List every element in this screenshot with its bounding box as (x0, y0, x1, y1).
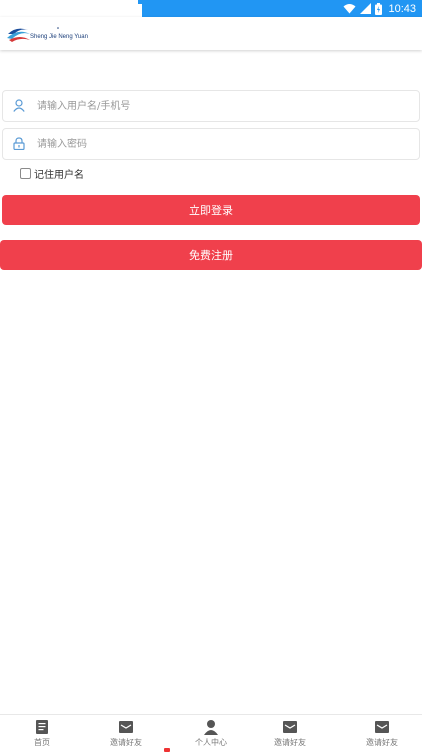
user-icon (13, 99, 25, 112)
status-bar: 10:43 (0, 0, 422, 17)
envelope-icon (283, 721, 297, 733)
login-button[interactable]: 立即登录 (2, 195, 420, 225)
tab-label: 邀请好友 (366, 738, 398, 747)
tab-label: 邀请好友 (274, 738, 306, 747)
tab-invite-friends-3[interactable]: 邀请好友 (352, 719, 412, 751)
tab-label: 个人中心 (195, 738, 227, 747)
status-bar-notch (0, 0, 142, 17)
bottom-tab-bar: 首页 邀请好友 个人中心 邀请好友 邀请好友 (0, 714, 422, 753)
signal-icon (360, 3, 372, 14)
tab-indicator-mark (164, 748, 170, 752)
password-field[interactable] (2, 128, 420, 160)
tab-label: 邀请好友 (110, 738, 142, 747)
app-header: Sheng Jie Neng Yuan (0, 17, 422, 50)
remember-label: 记住用户名 (34, 169, 84, 181)
register-button[interactable]: 免费注册 (0, 240, 422, 270)
tab-home[interactable]: 首页 (12, 719, 72, 751)
battery-icon (375, 2, 383, 15)
status-icons: 10:43 (343, 1, 416, 16)
password-input[interactable] (37, 134, 397, 154)
status-time: 10:43 (388, 2, 416, 15)
lock-icon (13, 137, 25, 150)
tab-label: 首页 (34, 738, 50, 747)
envelope-icon (375, 721, 389, 733)
tab-invite-friends[interactable]: 邀请好友 (96, 719, 156, 751)
username-field[interactable] (2, 90, 420, 122)
tab-personal-center[interactable]: 个人中心 (181, 719, 241, 751)
tab-invite-friends-2[interactable]: 邀请好友 (260, 719, 320, 751)
envelope-icon (119, 721, 133, 733)
wifi-icon (343, 4, 356, 14)
remember-username[interactable]: 记住用户名 (20, 166, 84, 181)
remember-checkbox[interactable] (20, 167, 31, 179)
username-input[interactable] (37, 96, 397, 116)
document-icon (36, 720, 48, 734)
person-icon (204, 720, 218, 735)
brand-logo-text: Sheng Jie Neng Yuan (30, 34, 88, 40)
